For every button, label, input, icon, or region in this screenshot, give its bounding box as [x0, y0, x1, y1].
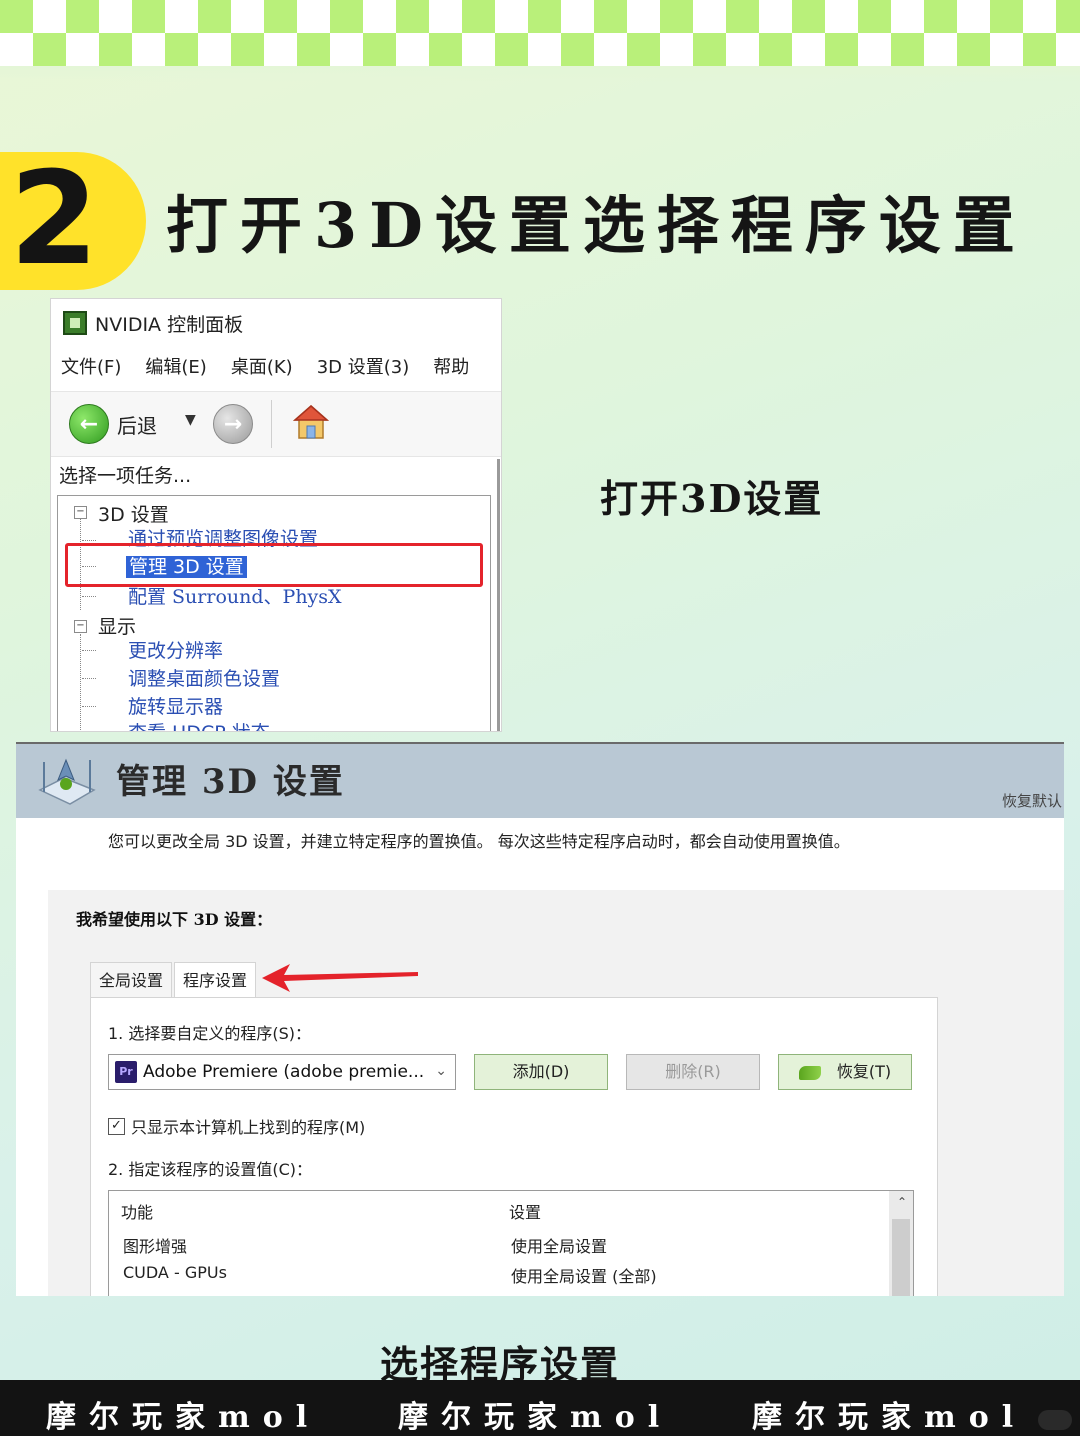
caption-open-3d-settings: 打开3D设置	[600, 476, 824, 521]
task-tree: − 3D 设置 通过预览调整图像设置 管理 3D 设置 配置 Surround、…	[57, 495, 491, 731]
red-pointer-arrow	[262, 964, 418, 992]
tab-global-settings[interactable]: 全局设置	[90, 962, 173, 998]
highlight-box	[65, 543, 483, 587]
menu-edit[interactable]: 编辑(E)	[145, 353, 206, 379]
checker-fade	[0, 66, 1080, 82]
menu-3d-settings[interactable]: 3D 设置(3)	[317, 353, 410, 379]
grid-row-setting[interactable]: 使用全局设置 (全部)	[511, 1263, 657, 1287]
tree-group-3d-settings[interactable]: 3D 设置	[98, 500, 169, 527]
window-title: NVIDIA 控制面板	[95, 313, 244, 336]
scrollbar-thumb[interactable]	[892, 1219, 910, 1296]
want-settings-label: 我希望使用以下 3D 设置：	[76, 910, 273, 929]
tree-branch	[82, 596, 96, 597]
nvidia-control-panel-window: NVIDIA 控制面板 文件(F) 编辑(E) 桌面(K) 3D 设置(3) 帮…	[50, 298, 502, 732]
show-local-programs-row[interactable]: ✓ 只显示本计算机上找到的程序(M)	[108, 1114, 365, 1138]
watermark-text: 摩尔玩家mol	[752, 1400, 1027, 1435]
window-titlebar: NVIDIA 控制面板	[63, 309, 243, 337]
back-dropdown-icon[interactable]: ▼	[185, 412, 196, 428]
premiere-icon: Pr	[115, 1061, 137, 1083]
tree-item-rotate-display[interactable]: 旋转显示器	[128, 692, 223, 719]
collapse-icon[interactable]: −	[74, 620, 87, 633]
tree-line	[80, 634, 81, 731]
page-title: 打开3D设置选择程序设置	[166, 189, 1027, 262]
tab-program-settings[interactable]: 程序设置	[174, 962, 257, 998]
checker-banner	[0, 0, 1080, 66]
tree-item-hdcp-status[interactable]: 查看 HDCP 状态	[128, 718, 270, 731]
collapse-icon[interactable]: −	[74, 506, 87, 519]
scroll-up-icon[interactable]: ⌃	[897, 1195, 907, 1209]
nvidia-logo-icon	[63, 311, 87, 335]
toolbar-separator	[271, 400, 272, 448]
restore-defaults-link[interactable]: 恢复默认	[1002, 790, 1062, 811]
panel-title: 管理 3D 设置	[116, 762, 345, 802]
step-number: 2	[9, 145, 99, 294]
grid-row-setting[interactable]: 使用全局设置	[511, 1233, 607, 1257]
grid-row-feature[interactable]: CUDA - GPUs	[123, 1263, 227, 1282]
watermark-text: 摩尔玩家mol	[398, 1400, 673, 1435]
grid-header-feature: 功能	[121, 1203, 154, 1222]
pane-divider	[497, 459, 500, 731]
tree-branch	[82, 678, 96, 679]
step1-label: 1. 选择要自定义的程序(S)：	[108, 1024, 311, 1043]
program-select-value: Adobe Premiere (adobe premie...	[143, 1062, 425, 1082]
add-program-button[interactable]: 添加(D)	[474, 1054, 608, 1090]
menu-desktop[interactable]: 桌面(K)	[231, 353, 293, 379]
menu-bar: 文件(F) 编辑(E) 桌面(K) 3D 设置(3) 帮助	[61, 353, 469, 379]
3d-settings-icon	[38, 758, 96, 805]
tree-item-change-resolution[interactable]: 更改分辨率	[128, 636, 223, 663]
panel-description: 您可以更改全局 3D 设置，并建立特定程序的置换值。 每次这些特定程序启动时，都…	[108, 832, 850, 851]
task-label: 选择一项任务...	[59, 465, 192, 487]
checkbox-checked-icon[interactable]: ✓	[108, 1117, 125, 1135]
back-arrow-icon[interactable]: ←	[69, 404, 109, 444]
checkbox-label[interactable]: 只显示本计算机上找到的程序(M)	[131, 1114, 365, 1138]
grid-row-feature[interactable]: 图形增强	[123, 1233, 187, 1257]
grid-header-setting: 设置	[509, 1203, 542, 1222]
forward-arrow-icon[interactable]: →	[213, 404, 253, 444]
tree-branch	[82, 540, 96, 541]
chevron-down-icon[interactable]: ⌄	[435, 1063, 447, 1079]
restore-button-label: 恢复(T)	[836, 1062, 892, 1081]
settings-grid: 功能 设置 图形增强 使用全局设置 CUDA - GPUs 使用全局设置 (全部…	[108, 1190, 914, 1296]
remove-program-button[interactable]: 删除(R)	[626, 1054, 760, 1090]
tree-item-desktop-color[interactable]: 调整桌面颜色设置	[128, 664, 280, 691]
watermark-text: 摩尔玩家mol	[46, 1400, 321, 1435]
step2-label: 2. 指定该程序的设置值(C)：	[108, 1160, 313, 1179]
toolbar: ← 后退 ▼ →	[51, 391, 501, 457]
nvidia-eye-icon	[798, 1065, 821, 1080]
tree-branch	[82, 706, 96, 707]
program-select[interactable]: Pr Adobe Premiere (adobe premie... ⌄	[108, 1054, 456, 1090]
tree-branch	[82, 650, 96, 651]
panel-header: 管理 3D 设置 恢复默认	[16, 744, 1064, 818]
manage-3d-settings-panel: 管理 3D 设置 恢复默认 您可以更改全局 3D 设置，并建立特定程序的置换值。…	[16, 742, 1064, 1296]
back-button-label[interactable]: 后退	[117, 410, 157, 439]
menu-help[interactable]: 帮助	[433, 353, 469, 379]
home-icon[interactable]	[291, 402, 331, 442]
menu-file[interactable]: 文件(F)	[61, 353, 121, 379]
tree-group-display[interactable]: 显示	[98, 612, 136, 639]
restore-program-button[interactable]: 恢复(T)	[778, 1054, 912, 1090]
corner-logo-icon	[1038, 1410, 1072, 1430]
